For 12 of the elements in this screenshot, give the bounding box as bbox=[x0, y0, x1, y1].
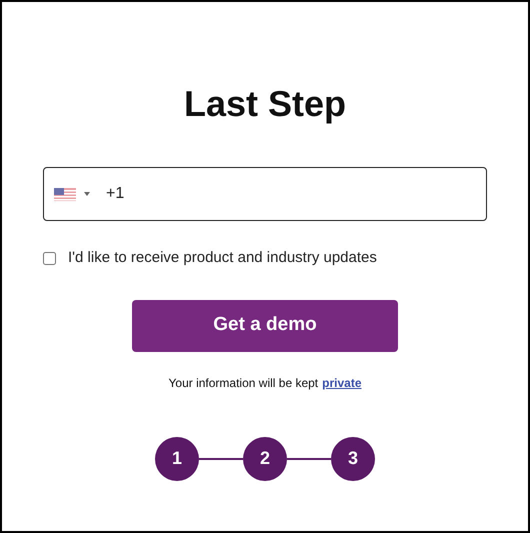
consent-checkbox[interactable] bbox=[43, 252, 56, 265]
step-connector bbox=[199, 458, 243, 460]
privacy-note: Your information will be kept bbox=[168, 374, 318, 392]
phone-field[interactable]: +1 bbox=[43, 167, 487, 221]
get-demo-button[interactable]: Get a demo bbox=[132, 300, 398, 352]
flag-icon bbox=[54, 188, 76, 200]
private-link[interactable]: private bbox=[322, 374, 362, 392]
caret-icon bbox=[84, 192, 90, 196]
step-connector bbox=[287, 458, 331, 460]
phone-input[interactable]: +1 bbox=[106, 182, 486, 206]
consent-label: I'd like to receive product and industry updates bbox=[68, 248, 377, 268]
page-title: Last Step bbox=[184, 82, 346, 126]
